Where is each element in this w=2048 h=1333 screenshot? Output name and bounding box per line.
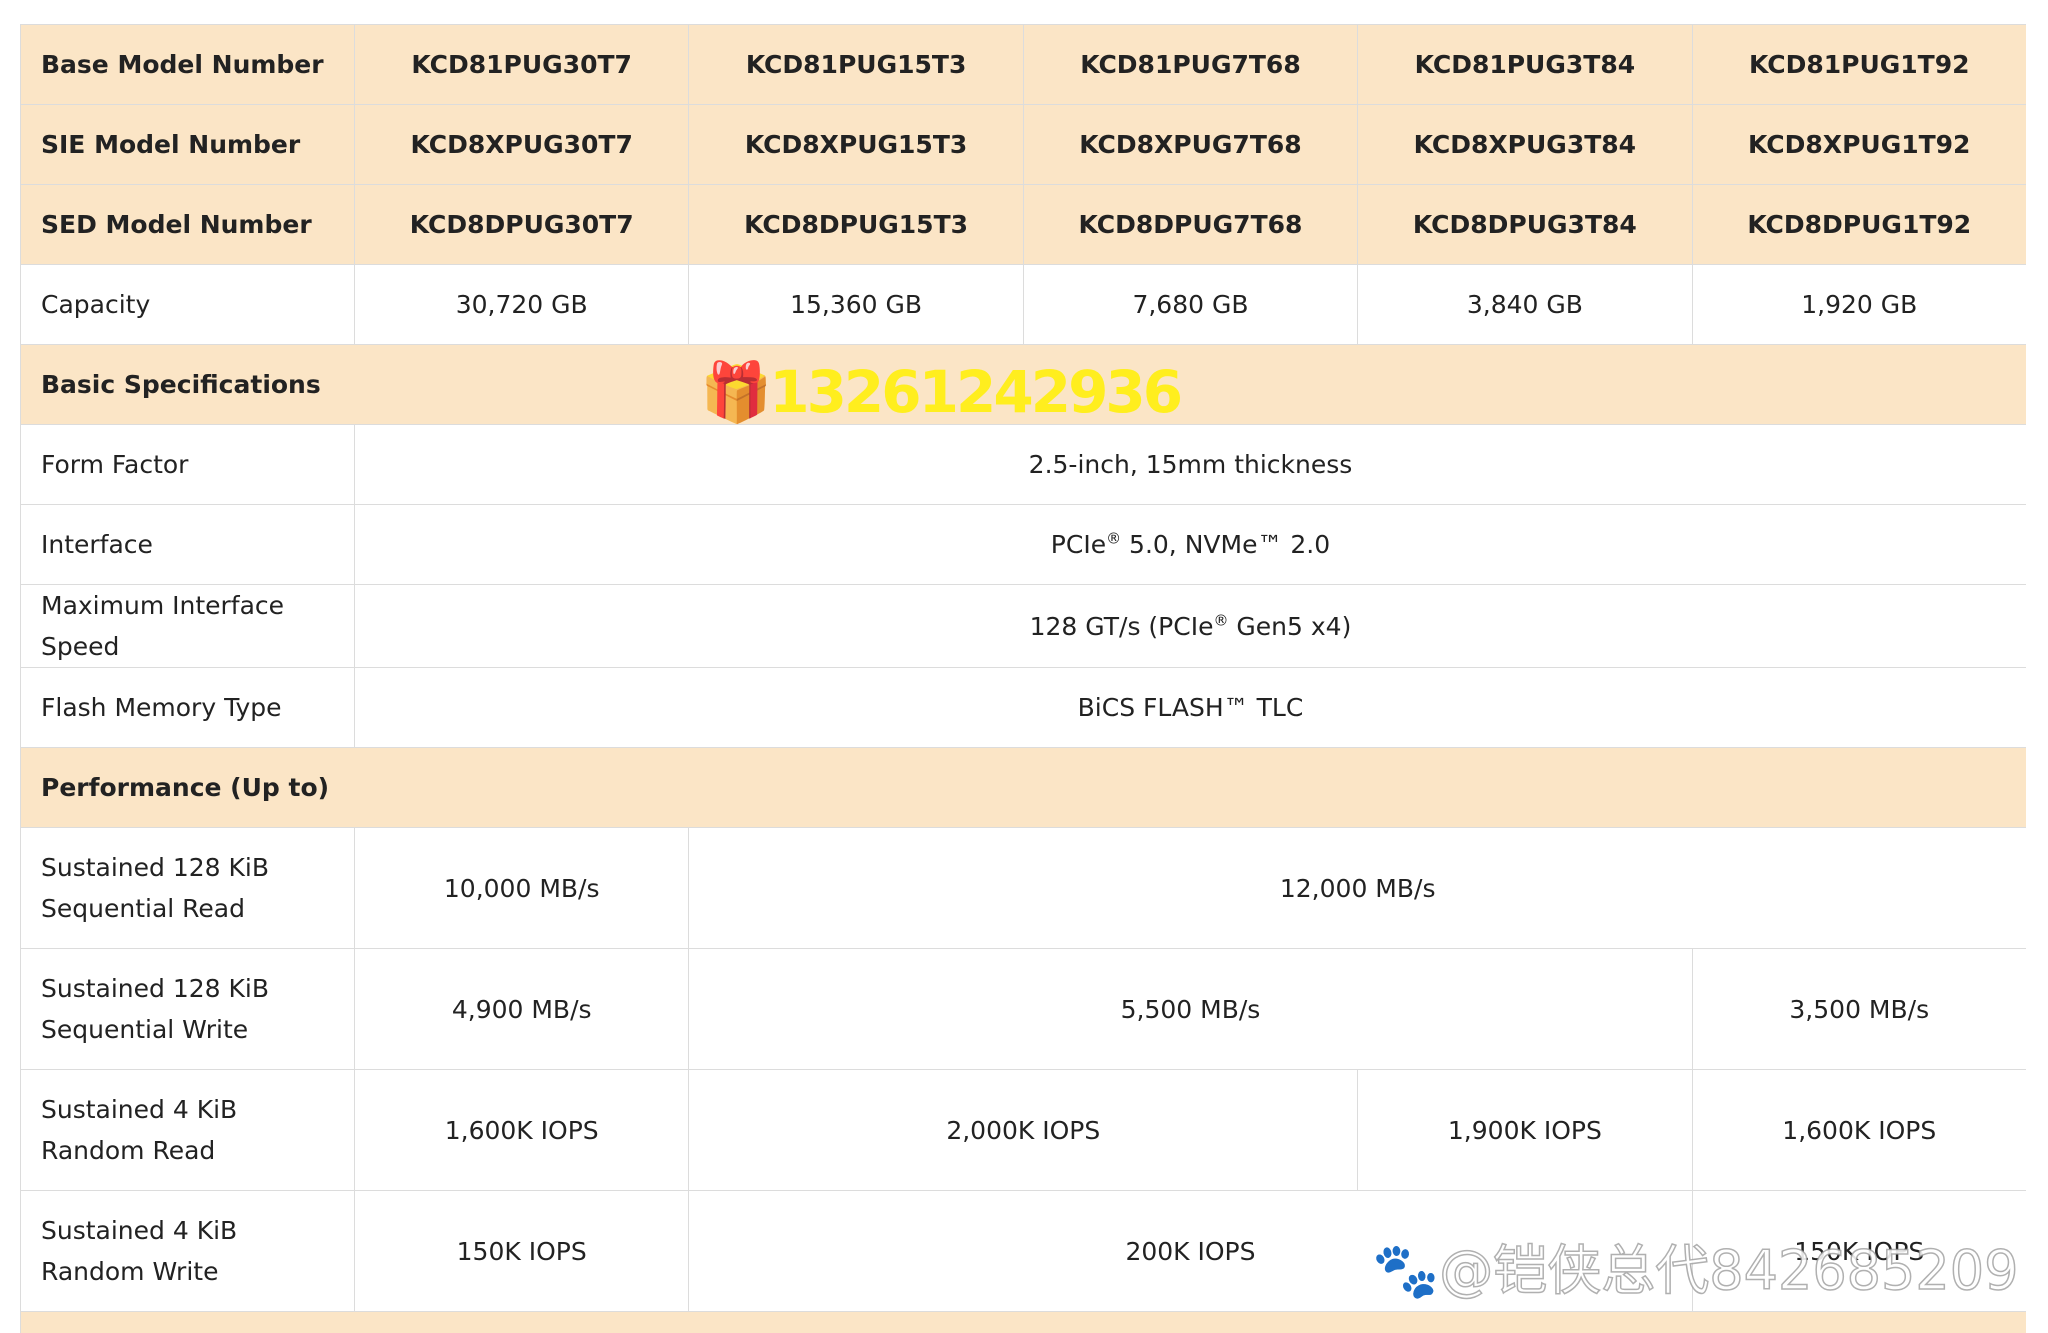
interface-value-a: PCIe — [1050, 530, 1107, 559]
row-label: Base Model Number — [20, 24, 355, 105]
max-speed-value-a: 128 GT/s (PCIe — [1029, 611, 1214, 641]
row-form-factor: Form Factor 2.5-inch, 15mm thickness — [20, 424, 2026, 505]
row-label: SED Model Number — [20, 184, 355, 265]
model-number-cell: KCD8XPUG1T92 — [1691, 104, 2026, 185]
model-number-cell: KCD8DPUG7T68 — [1022, 184, 1359, 265]
row-sed-model-number: SED Model Number KCD8DPUG30T7 KCD8DPUG15… — [20, 184, 2026, 265]
model-number-cell: KCD81PUG3T84 — [1357, 24, 1693, 105]
row-random-read: Sustained 4 KiB Random Read 1,600K IOPS … — [20, 1069, 2026, 1191]
row-label: Sustained 128 KiB Sequential Read — [20, 827, 355, 949]
capacity-cell: 30,720 GB — [353, 264, 690, 345]
performance-cell: 12,000 MB/s — [688, 827, 2026, 949]
capacity-cell: 1,920 GB — [1691, 264, 2026, 345]
form-factor-value: 2.5-inch, 15mm thickness — [354, 424, 2026, 505]
capacity-cell: 7,680 GB — [1022, 264, 1359, 345]
spec-table-container: Base Model Number KCD81PUG30T7 KCD81PUG1… — [20, 24, 2026, 1333]
max-speed-value: 128 GT/s (PCIe® Gen5 x4) — [354, 584, 2026, 668]
row-capacity: Capacity 30,720 GB 15,360 GB 7,680 GB 3,… — [20, 264, 2026, 345]
performance-cell: 1,600K IOPS — [353, 1069, 690, 1191]
next-section-cell — [20, 1311, 2026, 1333]
row-random-write: Sustained 4 KiB Random Write 150K IOPS 2… — [20, 1190, 2026, 1312]
model-number-cell: KCD81PUG7T68 — [1022, 24, 1359, 105]
performance-cell: 150K IOPS — [353, 1190, 690, 1312]
row-base-model-number: Base Model Number KCD81PUG30T7 KCD81PUG1… — [20, 24, 2026, 105]
model-number-cell: KCD8XPUG15T3 — [688, 104, 1024, 185]
model-number-cell: KCD8DPUG3T84 — [1357, 184, 1693, 265]
performance-cell: 1,900K IOPS — [1357, 1069, 1693, 1191]
row-label: Sustained 4 KiB Random Read — [20, 1069, 355, 1191]
section-title: Performance (Up to) — [20, 747, 2026, 828]
model-number-cell: KCD8DPUG15T3 — [688, 184, 1024, 265]
row-label: Form Factor — [20, 424, 355, 505]
row-label: Sustained 128 KiB Sequential Write — [20, 948, 355, 1070]
row-flash-memory-type: Flash Memory Type BiCS FLASH™ TLC — [20, 667, 2026, 748]
row-label: Flash Memory Type — [20, 667, 355, 748]
spec-table: Base Model Number KCD81PUG30T7 KCD81PUG1… — [20, 24, 2026, 1333]
capacity-cell: 3,840 GB — [1357, 264, 1693, 345]
section-title: Basic Specifications — [20, 344, 2026, 425]
flash-type-value: BiCS FLASH™ TLC — [354, 667, 2026, 748]
row-label: Sustained 4 KiB Random Write — [20, 1190, 355, 1312]
row-sequential-read: Sustained 128 KiB Sequential Read 10,000… — [20, 827, 2026, 949]
row-label: SIE Model Number — [20, 104, 355, 185]
model-number-cell: KCD81PUG30T7 — [353, 24, 690, 105]
model-number-cell: KCD81PUG1T92 — [1691, 24, 2026, 105]
row-label: Interface — [20, 504, 355, 585]
model-number-cell: KCD8DPUG1T92 — [1691, 184, 2026, 265]
registered-mark: ® — [1106, 529, 1122, 548]
row-sie-model-number: SIE Model Number KCD8XPUG30T7 KCD8XPUG15… — [20, 104, 2026, 185]
section-basic-specifications: Basic Specifications — [20, 344, 2026, 425]
performance-cell: 150K IOPS — [1691, 1190, 2026, 1312]
registered-mark: ® — [1213, 611, 1229, 630]
row-sequential-write: Sustained 128 KiB Sequential Write 4,900… — [20, 948, 2026, 1070]
capacity-cell: 15,360 GB — [688, 264, 1024, 345]
performance-cell: 4,900 MB/s — [353, 948, 690, 1070]
performance-cell: 10,000 MB/s — [353, 827, 690, 949]
next-section-band — [20, 1311, 2026, 1333]
row-label: Capacity — [20, 264, 355, 345]
model-number-cell: KCD8XPUG3T84 — [1357, 104, 1693, 185]
model-number-cell: KCD8XPUG7T68 — [1022, 104, 1359, 185]
model-number-cell: KCD8DPUG30T7 — [353, 184, 690, 265]
performance-cell: 200K IOPS — [688, 1190, 1693, 1312]
performance-cell: 3,500 MB/s — [1691, 948, 2026, 1070]
performance-cell: 1,600K IOPS — [1691, 1069, 2026, 1191]
section-performance: Performance (Up to) — [20, 747, 2026, 828]
performance-cell: 5,500 MB/s — [688, 948, 1693, 1070]
max-speed-value-b: Gen5 x4) — [1228, 611, 1352, 641]
row-label: Maximum Interface Speed — [20, 584, 355, 668]
row-max-interface-speed: Maximum Interface Speed 128 GT/s (PCIe® … — [20, 584, 2026, 668]
interface-value: PCIe® 5.0, NVMe™ 2.0 — [354, 504, 2026, 585]
performance-cell: 2,000K IOPS — [688, 1069, 1359, 1191]
model-number-cell: KCD8XPUG30T7 — [353, 104, 690, 185]
interface-value-b: 5.0, NVMe™ 2.0 — [1121, 530, 1331, 559]
row-interface: Interface PCIe® 5.0, NVMe™ 2.0 — [20, 504, 2026, 585]
model-number-cell: KCD81PUG15T3 — [688, 24, 1024, 105]
